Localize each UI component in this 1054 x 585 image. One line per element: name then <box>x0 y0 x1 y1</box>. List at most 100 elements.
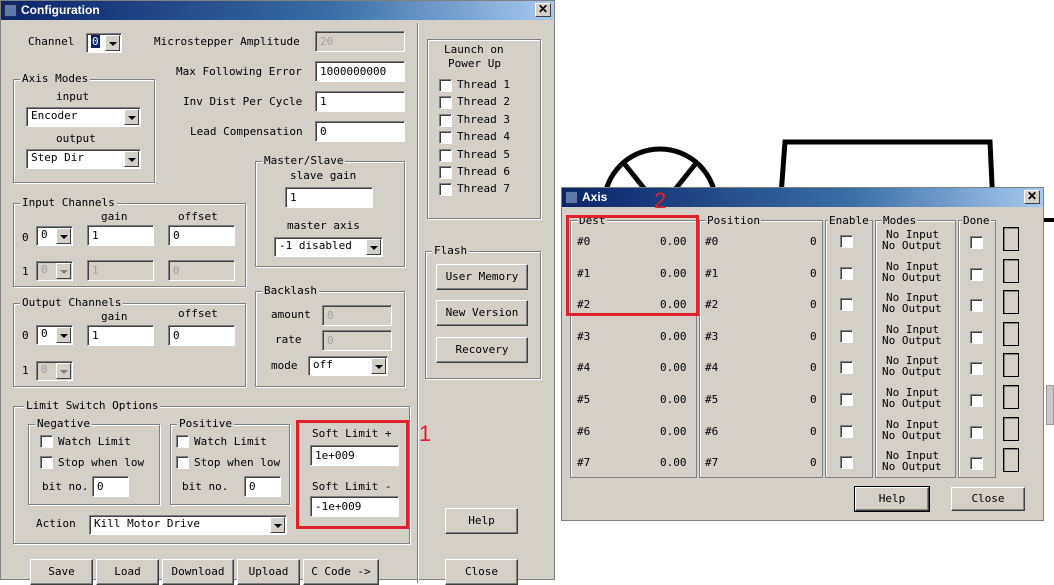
channel-select[interactable]: 0 <box>86 33 122 53</box>
thread-2-checkbox[interactable] <box>439 96 452 110</box>
save-button[interactable]: Save <box>30 559 93 585</box>
channel-label: Channel <box>28 35 75 48</box>
annotation-label-2: 2 <box>654 188 667 213</box>
position-header: Position <box>706 214 761 228</box>
load-button[interactable]: Load <box>96 559 159 585</box>
input-row1-offset[interactable]: 0 <box>168 260 235 281</box>
dest-value: 0.00 <box>660 393 687 406</box>
status-indicator <box>1003 353 1019 378</box>
done-column <box>958 220 996 478</box>
done-checkbox <box>970 299 983 313</box>
enable-checkbox[interactable] <box>840 298 853 312</box>
new-version-button[interactable]: New Version <box>436 300 528 326</box>
download-button[interactable]: Download <box>162 559 234 585</box>
position-id: #6 <box>705 424 719 438</box>
user-memory-button[interactable]: User Memory <box>436 264 528 290</box>
chevron-down-icon <box>56 363 71 379</box>
enable-checkbox[interactable] <box>840 329 853 343</box>
annotation-box-1 <box>296 420 409 529</box>
done-checkbox <box>970 236 983 249</box>
backlash-amount-field[interactable]: 0 <box>322 305 392 326</box>
position-value: 0 <box>810 456 817 470</box>
done-checkbox <box>970 425 983 439</box>
input-row0-gain[interactable]: 1 <box>87 225 154 246</box>
lead-compensation-field[interactable]: 0 <box>315 121 405 142</box>
output-row0-offset[interactable]: 0 <box>168 325 235 346</box>
axis-help-button[interactable]: Help <box>854 486 930 512</box>
scrollbar-fragment <box>1046 385 1054 425</box>
output-row0-gain[interactable]: 1 <box>87 325 154 346</box>
c-code-button[interactable]: C Code -> <box>303 559 379 585</box>
thread-3-checkbox[interactable] <box>439 113 452 127</box>
output-row0-index: 0 <box>22 329 29 342</box>
done-checkbox <box>970 267 983 281</box>
inv-dist-field[interactable]: 1 <box>315 91 405 112</box>
input-row1-gain[interactable]: 1 <box>87 260 154 281</box>
positive-bit-no-label: bit no. <box>182 480 229 493</box>
configuration-titlebar[interactable]: Configuration <box>1 1 554 20</box>
modes-header: Modes <box>882 214 918 228</box>
positive-bit-no-field[interactable]: 0 <box>244 476 281 497</box>
input-row1-channel[interactable]: 0 <box>36 261 73 281</box>
thread-4-checkbox[interactable] <box>439 131 452 145</box>
launch-title-line1: Launch on <box>444 43 504 56</box>
max-following-error-field[interactable]: 1000000000 <box>315 61 405 82</box>
done-checkbox <box>970 394 983 407</box>
enable-checkbox[interactable] <box>840 266 853 280</box>
chevron-down-icon <box>366 239 381 255</box>
enable-checkbox[interactable] <box>840 235 853 248</box>
recovery-button[interactable]: Recovery <box>436 337 528 363</box>
position-id: #3 <box>705 329 719 343</box>
negative-stop-when-low-checkbox[interactable] <box>40 456 53 469</box>
thread-7-label: Thread 7 <box>457 182 510 196</box>
input-row1-index: 1 <box>22 265 29 278</box>
action-label: Action <box>36 517 76 530</box>
microstepper-field[interactable]: 20 <box>315 31 405 52</box>
negative-bit-no-field[interactable]: 0 <box>92 476 129 497</box>
slave-gain-field[interactable]: 1 <box>285 187 373 208</box>
thread-1-checkbox[interactable] <box>439 79 452 92</box>
thread-6-checkbox[interactable] <box>439 166 452 179</box>
positive-watch-limit-checkbox[interactable] <box>176 435 189 448</box>
positive-watch-limit-label: Watch Limit <box>194 435 267 448</box>
thread-4-label: Thread 4 <box>457 130 510 144</box>
backlash-mode-select[interactable]: off <box>308 356 388 376</box>
thread-5-label: Thread 5 <box>457 147 510 161</box>
action-select[interactable]: Kill Motor Drive <box>89 515 287 535</box>
input-row0-offset[interactable]: 0 <box>168 225 235 246</box>
axis-close-button[interactable]: Close <box>951 487 1025 511</box>
input-row0-channel[interactable]: 0 <box>36 226 73 246</box>
thread-7-checkbox[interactable] <box>439 183 452 197</box>
position-value: 0 <box>810 235 817 248</box>
output-mode-select[interactable]: Step Dir <box>26 149 141 169</box>
positive-stop-when-low-checkbox[interactable] <box>176 456 189 469</box>
enable-checkbox[interactable] <box>840 424 853 438</box>
help-button[interactable]: Help <box>445 508 518 534</box>
upload-button[interactable]: Upload <box>237 559 300 585</box>
mode-output: No Output <box>882 333 942 347</box>
backlash-rate-field[interactable]: 0 <box>322 330 392 351</box>
negative-watch-limit-checkbox[interactable] <box>40 435 53 448</box>
input-mode-select[interactable]: Encoder <box>26 107 141 127</box>
enable-checkbox[interactable] <box>840 393 853 406</box>
output-row0-channel[interactable]: 0 <box>36 325 73 345</box>
position-id: #0 <box>705 235 719 248</box>
mode-output: No Output <box>882 302 942 316</box>
output-mode-label: output <box>56 132 96 145</box>
axis-titlebar[interactable]: Axis <box>562 188 1043 207</box>
thread-1-label: Thread 1 <box>457 78 510 91</box>
thread-5-checkbox[interactable] <box>439 148 452 162</box>
master-axis-select[interactable]: -1 disabled <box>274 237 383 257</box>
input-row0-index: 0 <box>22 231 29 244</box>
negative-bit-no-label: bit no. <box>42 480 89 493</box>
dest-id: #4 <box>577 361 591 375</box>
output-row1-channel[interactable]: 0 <box>36 361 73 381</box>
enable-checkbox[interactable] <box>840 456 853 470</box>
close-icon[interactable]: ✕ <box>535 3 551 17</box>
status-indicator <box>1003 385 1019 409</box>
close-button[interactable]: Close <box>445 559 518 585</box>
inv-dist-label: Inv Dist Per Cycle <box>183 95 303 108</box>
enable-checkbox[interactable] <box>840 361 853 375</box>
close-icon[interactable]: ✕ <box>1024 190 1040 204</box>
status-indicator <box>1003 321 1019 346</box>
